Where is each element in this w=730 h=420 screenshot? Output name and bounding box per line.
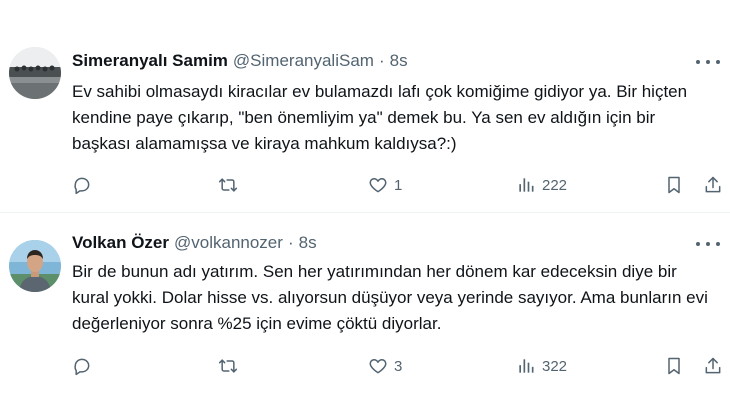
views-button[interactable]: 222 [516, 172, 567, 198]
share-icon [705, 357, 721, 374]
views-icon [519, 359, 534, 373]
timestamp[interactable]: 8s [299, 233, 317, 253]
tweet[interactable]: Simeranyalı Samim @SimeranyaliSam · 8s E… [0, 0, 730, 212]
reply-button[interactable] [72, 172, 98, 198]
tweet-feed: Simeranyalı Samim @SimeranyaliSam · 8s E… [0, 0, 730, 420]
bookmark-icon [668, 357, 680, 375]
timestamp[interactable]: 8s [390, 51, 408, 71]
tweet-actions: 1 222 [72, 172, 722, 198]
reply-button[interactable] [72, 353, 98, 379]
like-button[interactable]: 1 [368, 172, 402, 198]
heart-icon [369, 359, 387, 374]
bookmark-icon [668, 176, 680, 194]
username[interactable]: @SimeranyaliSam [233, 51, 374, 71]
view-count: 222 [542, 176, 568, 194]
more-icon[interactable] [696, 55, 720, 69]
retweet-icon [218, 359, 238, 373]
like-count: 3 [394, 357, 403, 375]
separator: · [378, 51, 385, 70]
like-button[interactable]: 3 [368, 353, 402, 379]
retweet-button[interactable] [218, 353, 244, 379]
views-icon [519, 178, 534, 192]
heart-icon [369, 178, 387, 193]
group-photo-avatar-icon [9, 47, 61, 99]
like-count: 1 [394, 176, 403, 194]
tweet[interactable]: Volkan Özer @volkannozer · 8s Bir de bun… [0, 213, 730, 420]
person-photo-avatar-icon [9, 240, 61, 292]
view-count: 322 [542, 357, 568, 375]
separator: · [287, 233, 294, 252]
share-icon [705, 176, 721, 193]
retweet-icon [218, 178, 238, 192]
avatar[interactable] [9, 240, 61, 292]
share-button[interactable] [703, 172, 723, 198]
more-icon[interactable] [696, 237, 720, 251]
display-name[interactable]: Volkan Özer [72, 233, 169, 253]
tweet-actions: 3 322 [72, 353, 722, 379]
bookmark-button[interactable] [664, 172, 684, 198]
tweet-header: Volkan Özer @volkannozer · 8s [72, 233, 317, 253]
views-button[interactable]: 322 [516, 353, 567, 379]
tweet-text: Bir de bunun adı yatırım. Sen her yatırı… [72, 262, 708, 333]
reply-icon [74, 358, 90, 376]
retweet-button[interactable] [218, 172, 244, 198]
tweet-text: Ev sahibi olmasaydı kiracılar ev bulamaz… [72, 82, 688, 153]
reply-icon [74, 177, 90, 195]
bookmark-button[interactable] [664, 353, 684, 379]
tweet-header: Simeranyalı Samim @SimeranyaliSam · 8s [72, 51, 408, 71]
avatar[interactable] [9, 47, 61, 99]
username[interactable]: @volkannozer [174, 233, 283, 253]
display-name[interactable]: Simeranyalı Samim [72, 51, 228, 71]
share-button[interactable] [703, 353, 723, 379]
